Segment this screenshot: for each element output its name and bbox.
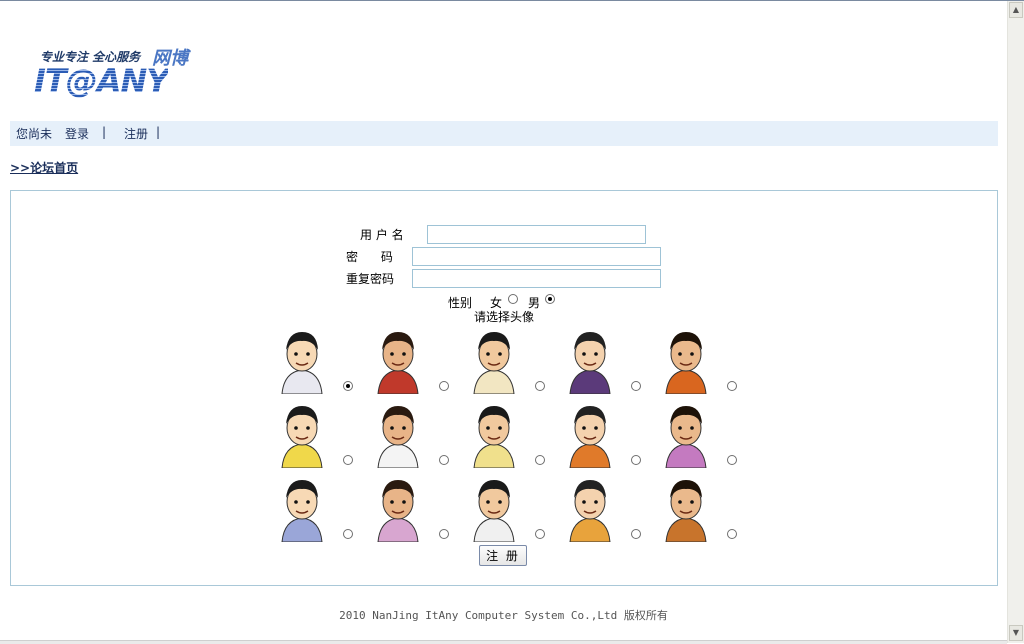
avatar-radio[interactable] <box>535 529 545 539</box>
avatar-radio[interactable] <box>343 455 353 465</box>
avatar-4 <box>562 324 618 395</box>
confirm-password-input[interactable] <box>412 269 661 288</box>
username-label: 用 户 名 <box>360 228 404 242</box>
login-status-text: 您尚未 <box>16 127 53 141</box>
avatar-12 <box>370 472 426 543</box>
scroll-down-icon[interactable]: ▼ <box>1009 625 1023 641</box>
register-link[interactable]: 注册 <box>124 125 148 142</box>
gender-label: 性别 <box>448 296 473 310</box>
avatar-10 <box>658 398 714 469</box>
nav-separator: | <box>156 125 161 139</box>
avatar-radio[interactable] <box>439 529 449 539</box>
avatar-radio[interactable] <box>727 381 737 391</box>
login-link[interactable]: 登录 <box>65 125 89 142</box>
nav-separator: | <box>102 125 107 139</box>
avatar-5 <box>658 324 714 395</box>
breadcrumb-forum-home[interactable]: >>论坛首页 <box>10 159 78 176</box>
avatar-14 <box>562 472 618 543</box>
password-input[interactable] <box>412 247 661 266</box>
avatar-radio[interactable] <box>439 381 449 391</box>
avatar-6 <box>274 398 330 469</box>
username-input[interactable] <box>427 225 646 244</box>
footer-copyright: 2010 NanJing ItAny Computer System Co.,L… <box>339 609 668 622</box>
avatar-radio[interactable] <box>631 529 641 539</box>
scroll-up-icon[interactable]: ▲ <box>1009 2 1023 18</box>
avatar-1 <box>274 324 330 395</box>
logo-brand-en: IT@ANY <box>34 62 169 100</box>
avatar-13 <box>466 472 522 543</box>
avatar-radio[interactable] <box>535 455 545 465</box>
vertical-scrollbar[interactable]: ▲ ▼ <box>1007 1 1024 643</box>
avatar-radio[interactable] <box>535 381 545 391</box>
avatar-9 <box>562 398 618 469</box>
avatar-prompt: 请选择头像 <box>474 310 535 324</box>
avatar-radio[interactable] <box>727 529 737 539</box>
password-label: 密 码 <box>346 250 393 264</box>
avatar-radio[interactable] <box>439 455 449 465</box>
confirm-password-label: 重复密码 <box>346 272 395 286</box>
avatar-15 <box>658 472 714 543</box>
register-submit-button[interactable]: 注 册 <box>479 545 527 566</box>
avatar-radio[interactable] <box>343 381 353 391</box>
window-top-border <box>0 0 1024 1</box>
nav-bar: 您尚未 登录 | 注册 | <box>10 121 998 146</box>
avatar-radio[interactable] <box>727 455 737 465</box>
avatar-2 <box>370 324 426 395</box>
avatar-radio[interactable] <box>343 529 353 539</box>
avatar-7 <box>370 398 426 469</box>
avatar-radio[interactable] <box>631 381 641 391</box>
avatar-11 <box>274 472 330 543</box>
avatar-8 <box>466 398 522 469</box>
horizontal-scrollbar[interactable] <box>0 640 1007 644</box>
gender-female-radio[interactable] <box>508 294 518 304</box>
site-logo[interactable]: 专业专注 全心服务 网博 IT@ANY <box>34 44 214 100</box>
avatar-3 <box>466 324 522 395</box>
avatar-radio[interactable] <box>631 455 641 465</box>
gender-male-radio[interactable] <box>545 294 555 304</box>
